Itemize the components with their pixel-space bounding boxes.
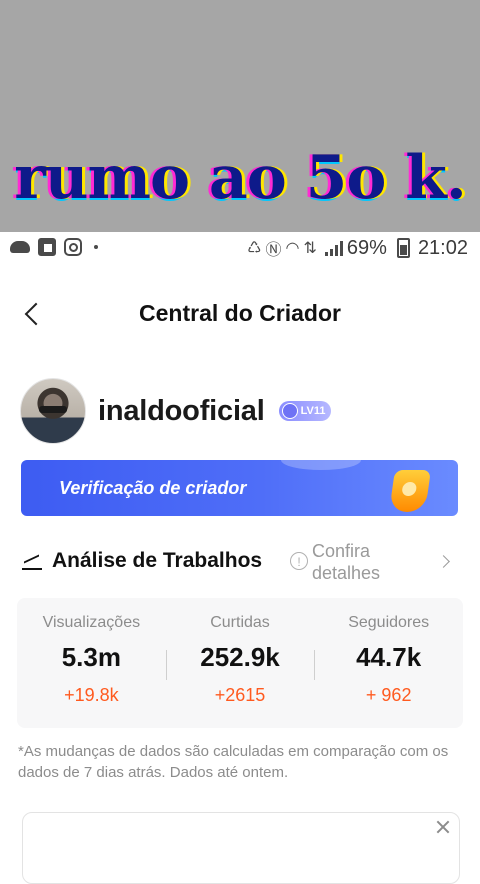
caption-text: rumo ao 5o k. — [14, 143, 467, 213]
battery-icon — [396, 238, 410, 258]
info-icon[interactable]: ! — [290, 552, 308, 570]
signal-icon — [324, 240, 343, 256]
stat-label: Seguidores — [348, 614, 430, 631]
stats-panel: Visualizações 5.3m +19.8k Curtidas 252.9… — [17, 598, 463, 728]
nfc-icon: Ⓝ — [265, 242, 282, 259]
chevron-right-icon[interactable] — [437, 555, 450, 568]
stat-value: 252.9k — [200, 642, 280, 672]
verification-badge-icon — [389, 470, 431, 512]
stat-delta: + 962 — [365, 685, 412, 705]
details-link[interactable]: Confira detalhes — [312, 540, 412, 584]
stat-followers[interactable]: Seguidores 44.7k + 962 — [314, 598, 463, 728]
stat-likes[interactable]: Curtidas 252.9k +2615 — [165, 598, 315, 728]
page-title: Central do Criador — [139, 300, 341, 326]
wifi-icon: ◠ — [285, 240, 300, 257]
cloud-icon — [10, 241, 30, 253]
data-footnote: *As mudanças de dados são calculadas em … — [18, 743, 449, 781]
recycle-icon: ♺ — [247, 240, 262, 257]
notification-icons — [10, 238, 98, 256]
instagram-icon — [64, 238, 82, 256]
system-icons: ♺ Ⓝ ◠ ⇅ 69% 21:02 — [247, 236, 468, 260]
banner-text: Verificação de criador — [59, 478, 247, 498]
avatar[interactable] — [20, 378, 86, 444]
clock: 21:02 — [417, 236, 468, 259]
close-icon[interactable] — [435, 819, 451, 835]
battery-percent: 69% — [346, 236, 387, 259]
stat-label: Curtidas — [210, 614, 270, 631]
stat-views[interactable]: Visualizações 5.3m +19.8k — [17, 598, 166, 728]
trend-chart-icon — [22, 554, 42, 570]
creator-verification-banner[interactable]: Verificação de criador — [21, 460, 458, 516]
mobile-data-icon: ⇅ — [303, 240, 317, 257]
stat-value: 44.7k — [356, 642, 422, 672]
status-bar: ♺ Ⓝ ◠ ⇅ 69% 21:02 — [0, 232, 480, 266]
analysis-title: Análise de Trabalhos — [52, 549, 263, 572]
level-badge: LV11 — [278, 401, 332, 421]
info-card — [22, 812, 460, 884]
username: inaldooficial — [98, 394, 265, 427]
analysis-header: Análise de Trabalhos ! Confira detalhes — [22, 538, 462, 588]
flipboard-icon — [38, 238, 56, 256]
profile-row: inaldooficial LV11 — [20, 378, 332, 444]
banner-glow — [281, 460, 361, 470]
more-notifications-icon — [94, 245, 98, 249]
page-header: Central do Criador — [0, 290, 480, 338]
stat-value: 5.3m — [61, 642, 121, 672]
video-caption-band: rumo ao 5o k. — [0, 0, 480, 232]
stat-delta: +2615 — [214, 685, 266, 705]
stat-label: Visualizações — [42, 614, 141, 631]
stat-delta: +19.8k — [64, 685, 119, 705]
